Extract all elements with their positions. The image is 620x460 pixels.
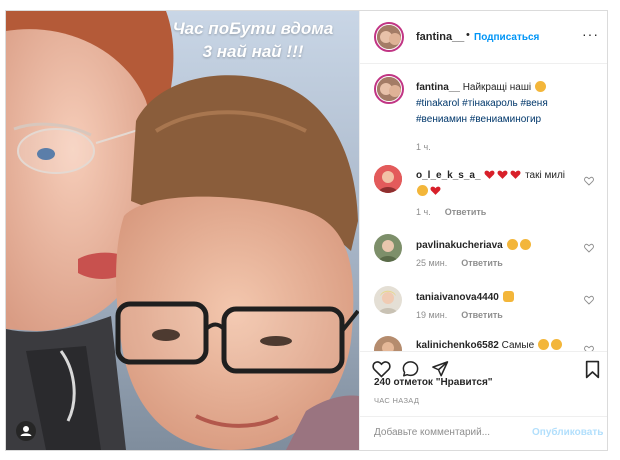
comment-time[interactable]: 1 ч.	[416, 207, 431, 217]
red-heart-emoji-icon	[430, 186, 441, 195]
caption-avatar[interactable]	[374, 74, 404, 104]
smiling-hearts-emoji-icon	[534, 81, 546, 92]
heart-outline-icon[interactable]	[372, 360, 391, 378]
commenter-avatar[interactable]	[374, 234, 402, 262]
author-username[interactable]: fantina__	[416, 31, 464, 43]
heart-eyes-emoji-icon	[550, 339, 562, 350]
hashtag-link[interactable]: #вениамин	[416, 114, 467, 125]
comment-time[interactable]: 19 мин.	[416, 310, 447, 320]
comment-body: Самые	[501, 340, 535, 351]
more-options-icon[interactable]: ···	[582, 26, 599, 42]
heart-eyes-emoji-icon	[519, 239, 531, 250]
add-comment-bar: Опубликовать	[360, 416, 607, 450]
caption-text: fantina__ Найкращі наші #tinakarol #тіна…	[416, 80, 581, 128]
add-comment-input[interactable]	[374, 427, 504, 438]
comment-time[interactable]: 25 мин.	[416, 258, 447, 268]
thumbs-up-emoji-icon	[502, 291, 514, 302]
comment-text: kalinichenko6582 Самые	[416, 338, 581, 351]
red-heart-emoji-icon	[484, 170, 495, 179]
reply-button[interactable]: Ответить	[461, 310, 503, 320]
story-overlay-text: Час поБути вдома 3 най най !!!	[172, 19, 334, 61]
comment-username[interactable]: taniaivanova4440	[416, 292, 499, 303]
post-actions: 240 отметок "Нравится" ЧАС НАЗАД	[360, 351, 607, 412]
comment-text: taniaivanova4440	[416, 290, 581, 306]
likes-count[interactable]: 240 отметок "Нравится"	[374, 377, 493, 388]
user-tag-icon	[20, 426, 32, 436]
caption-time[interactable]: 1 ч.	[416, 142, 431, 152]
red-heart-emoji-icon	[497, 170, 508, 179]
like-comment-heart-icon[interactable]	[584, 295, 594, 305]
comment-text: pavlinakucheriava	[416, 238, 581, 254]
comment-body: такі милі	[525, 170, 565, 181]
like-comment-heart-icon[interactable]	[584, 243, 594, 253]
commenter-avatar[interactable]	[374, 286, 402, 314]
post-header: fantina__ • Подписаться ···	[360, 11, 607, 64]
comment-username[interactable]: pavlinakucheriava	[416, 240, 503, 251]
red-heart-emoji-icon	[510, 170, 521, 179]
like-comment-heart-icon[interactable]	[584, 176, 594, 186]
caption-body: Найкращі наші	[462, 82, 532, 93]
selfie-illustration	[6, 11, 359, 450]
reply-button[interactable]: Ответить	[461, 258, 503, 268]
author-avatar[interactable]	[374, 22, 404, 52]
user-tag-button[interactable]	[16, 421, 36, 441]
follow-button[interactable]: Подписаться	[474, 32, 539, 43]
publish-button[interactable]: Опубликовать	[532, 427, 603, 438]
hashtag-link[interactable]: #tinakarol	[416, 98, 459, 109]
caption-username[interactable]: fantina__	[416, 82, 460, 93]
header-separator: •	[466, 29, 470, 41]
commenter-avatar[interactable]	[374, 336, 402, 351]
comment-username[interactable]: o_l_e_k_s_a_	[416, 170, 481, 181]
post-sidebar: fantina__ • Подписаться ··· fantina__ На…	[359, 11, 607, 450]
hashtag-link[interactable]: #вениаминогир	[470, 114, 541, 125]
bookmark-icon[interactable]	[585, 360, 600, 379]
heart-eyes-emoji-icon	[417, 185, 428, 196]
smiling-emoji-icon	[506, 239, 518, 250]
instagram-post: Час поБути вдома 3 най най !!! fantina__	[5, 10, 608, 451]
post-timestamp[interactable]: ЧАС НАЗАД	[374, 396, 419, 405]
comment-username[interactable]: kalinichenko6582	[416, 340, 499, 351]
paper-plane-icon[interactable]	[431, 360, 449, 378]
hashtag-link[interactable]: #веня	[520, 98, 547, 109]
heart-eyes-emoji-icon	[537, 339, 549, 350]
comment-meta: 1 ч. Ответить	[416, 207, 486, 217]
post-photo[interactable]: Час поБути вдома 3 най най !!!	[6, 11, 359, 450]
commenter-avatar[interactable]	[374, 165, 402, 193]
comment-meta: 25 мин. Ответить	[416, 258, 503, 268]
comment-bubble-icon[interactable]	[401, 360, 420, 378]
comment-meta: 19 мин. Ответить	[416, 310, 503, 320]
comment-text: o_l_e_k_s_a_ такі милі	[416, 168, 581, 200]
hashtag-link[interactable]: #тінакароль	[462, 98, 518, 109]
comments-list: fantina__ Найкращі наші #tinakarol #тіна…	[360, 64, 607, 351]
caption-meta: 1 ч.	[416, 142, 431, 152]
reply-button[interactable]: Ответить	[445, 207, 487, 217]
